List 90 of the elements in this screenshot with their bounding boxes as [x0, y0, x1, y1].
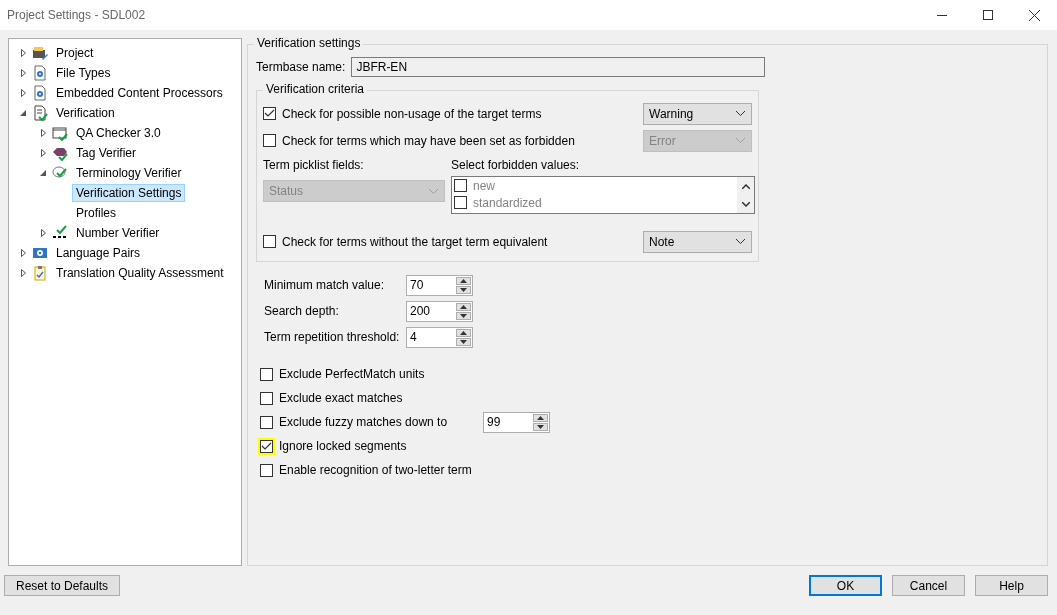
checkbox[interactable]	[263, 134, 276, 147]
spin-up-button[interactable]	[533, 413, 548, 422]
field-label: Term repetition threshold:	[264, 330, 401, 344]
tree-item[interactable]: QA Checker 3.0	[72, 124, 165, 142]
window-check-icon	[52, 125, 68, 141]
field-label: Term picklist fields:	[263, 158, 365, 174]
tree-item[interactable]: Terminology Verifier	[72, 164, 186, 182]
globe-card-icon	[32, 245, 48, 261]
checkbox[interactable]	[260, 391, 273, 405]
group-title: Verification settings	[254, 36, 364, 50]
field-label: Termbase name:	[256, 60, 346, 74]
expand-arrow-icon[interactable]	[20, 69, 26, 77]
tree-item[interactable]: Verification	[52, 104, 119, 122]
triangle-down-icon	[537, 424, 544, 429]
number-spinner[interactable]: 99	[483, 411, 550, 433]
maximize-icon[interactable]	[983, 10, 993, 20]
collapse-arrow-icon[interactable]	[20, 110, 26, 116]
checkbox-label: Check for terms without the target term equivalent	[282, 234, 548, 249]
document-check-icon	[32, 105, 48, 121]
dropdown[interactable]: Warning	[643, 102, 752, 125]
checkbox-label: Exclude fuzzy matches down to	[279, 415, 448, 429]
dialog-button[interactable]: Help	[975, 575, 1048, 596]
tree-item[interactable]: Translation Quality Assessment	[52, 264, 228, 282]
number-spinner[interactable]: 200	[406, 300, 473, 322]
checkbox-label: Check for possible non-usage of the target terms	[282, 106, 542, 121]
tree-item[interactable]: Language Pairs	[52, 244, 145, 262]
triangle-up-icon	[460, 304, 467, 309]
spin-up-button[interactable]	[456, 328, 471, 337]
expand-arrow-icon[interactable]	[20, 249, 26, 257]
checkbox[interactable]	[263, 107, 276, 120]
checkbox[interactable]	[263, 235, 276, 248]
expand-arrow-icon[interactable]	[20, 269, 26, 277]
folder-pencil-icon	[32, 45, 48, 61]
collapse-arrow-icon[interactable]	[40, 170, 46, 176]
number-check-icon	[52, 225, 68, 241]
termbase-field[interactable]: JBFR-EN	[351, 57, 766, 77]
triangle-up-icon	[537, 415, 544, 420]
tree-item[interactable]: Embedded Content Processors	[52, 84, 227, 102]
spin-up-button[interactable]	[456, 302, 471, 311]
number-spinner[interactable]: 4	[406, 326, 473, 348]
minimize-icon[interactable]	[937, 14, 947, 16]
window-title: Project Settings - SDL002	[7, 8, 147, 22]
triangle-down-icon	[460, 313, 467, 318]
expand-arrow-icon[interactable]	[20, 89, 26, 97]
tree-item[interactable]: Verification Settings	[72, 184, 186, 202]
tag-check-icon	[52, 145, 68, 161]
tree-item[interactable]: Tag Verifier	[72, 144, 141, 162]
tree-item[interactable]: Profiles	[72, 204, 120, 222]
dropdown[interactable]: Note	[643, 230, 752, 253]
checkbox-label: Exclude exact matches	[279, 391, 403, 405]
spin-up-button[interactable]	[456, 276, 471, 285]
chevron-down-icon	[429, 188, 438, 194]
chevron-down-icon	[736, 239, 745, 244]
tree-item[interactable]: File Types	[52, 64, 115, 82]
spin-down-button[interactable]	[533, 422, 548, 431]
close-icon[interactable]	[1028, 9, 1040, 21]
speech-check-icon	[52, 165, 68, 181]
group-title: Verification criteria	[263, 82, 368, 96]
checkbox-label: Enable recognition of two-letter term	[279, 463, 472, 477]
checkbox[interactable]	[260, 415, 273, 429]
spin-down-button[interactable]	[456, 311, 471, 320]
gear-document-icon	[32, 65, 48, 81]
number-spinner[interactable]: 70	[406, 274, 473, 296]
clipboard-check-icon	[32, 265, 48, 281]
field-label: Minimum match value:	[264, 278, 386, 292]
checkbox[interactable]	[260, 463, 273, 477]
checkbox-label: Ignore locked segments	[279, 439, 407, 453]
tree-item[interactable]: Number Verifier	[72, 224, 164, 242]
field-label: Search depth:	[264, 304, 340, 318]
triangle-down-icon	[460, 339, 467, 344]
field-label: Select forbidden values:	[451, 158, 581, 174]
expand-arrow-icon[interactable]	[40, 149, 46, 157]
chevron-down-icon	[736, 111, 745, 116]
gear-document-icon	[32, 85, 48, 101]
expand-arrow-icon[interactable]	[20, 49, 26, 57]
spin-down-button[interactable]	[456, 337, 471, 346]
checkbox-label: Exclude PerfectMatch units	[279, 367, 425, 381]
reset-button[interactable]: Reset to Defaults	[4, 575, 120, 596]
triangle-down-icon	[460, 287, 467, 292]
spin-down-button[interactable]	[456, 285, 471, 294]
tree-item[interactable]: Project	[52, 44, 98, 62]
dialog-button[interactable]: Cancel	[892, 575, 965, 596]
chevron-down-icon	[736, 138, 745, 143]
dialog-button[interactable]: OK	[809, 575, 882, 596]
checkbox[interactable]	[260, 367, 273, 381]
expand-arrow-icon[interactable]	[40, 229, 46, 237]
checkbox-label: Check for terms which may have been set as forbidden	[282, 133, 575, 148]
triangle-up-icon	[460, 278, 467, 283]
triangle-up-icon	[460, 330, 467, 335]
expand-arrow-icon[interactable]	[40, 129, 46, 137]
